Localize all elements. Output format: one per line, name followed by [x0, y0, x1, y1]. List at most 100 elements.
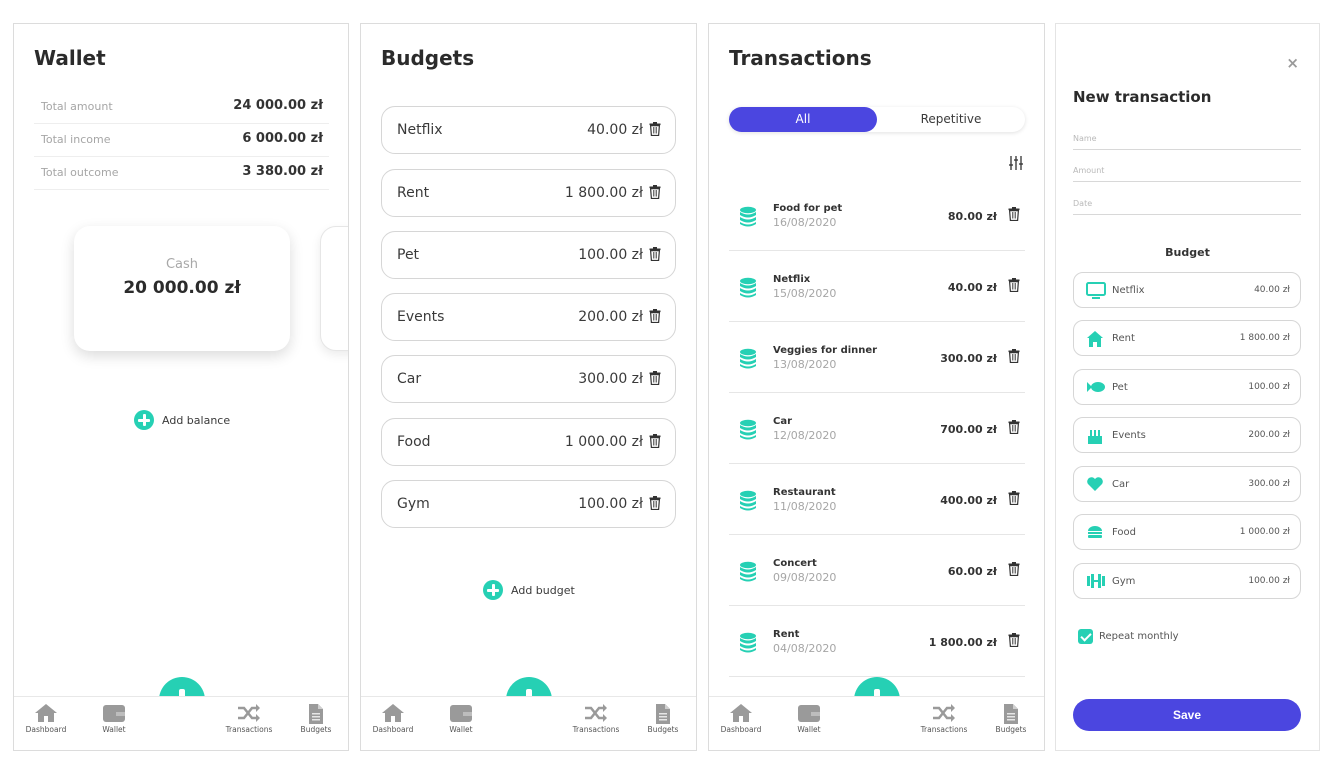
nav-item-wallet[interactable]: Wallet	[431, 703, 491, 734]
transaction-name: Netflix	[773, 274, 811, 285]
budget-amount: 100.00 zł	[578, 496, 643, 512]
transaction-name: Concert	[773, 558, 817, 569]
coins-icon	[737, 490, 759, 512]
nav-item-dashboard[interactable]: Dashboard	[711, 703, 771, 734]
home-icon	[34, 703, 58, 723]
nav-item-budgets[interactable]: Budgets	[981, 703, 1041, 734]
amount-input[interactable]	[1073, 159, 1301, 182]
budget-name: Food	[397, 434, 431, 450]
nav-item-wallet[interactable]: Wallet	[84, 703, 144, 734]
amount-field[interactable]	[1073, 158, 1301, 182]
trash-icon[interactable]	[1008, 633, 1020, 647]
transaction-date: 12/08/2020	[773, 429, 837, 442]
budget-option-netflix[interactable]: Netflix 40.00 zł	[1073, 272, 1301, 308]
budget-option-name: Pet	[1112, 382, 1128, 393]
save-button[interactable]: Save	[1073, 699, 1301, 731]
transactions-screen: Transactions All Repetitive Food for pet…	[708, 23, 1045, 751]
budget-option-rent[interactable]: Rent 1 800.00 zł	[1073, 320, 1301, 356]
nav-item-transactions[interactable]: Transactions	[219, 703, 279, 734]
budget-section-title: Budget	[1165, 246, 1210, 259]
budget-item[interactable]: Food 1 000.00 zł	[381, 418, 676, 466]
nav-item-dashboard[interactable]: Dashboard	[16, 703, 76, 734]
wallet-screen: Wallet Total amount 24 000.00 zł Total i…	[13, 23, 349, 751]
transaction-row[interactable]: Car 12/08/2020 700.00 zł	[729, 393, 1025, 464]
balance-card-cash[interactable]: Cash 20 000.00 zł	[74, 226, 290, 351]
transaction-row[interactable]: Veggies for dinner 13/08/2020 300.00 zł	[729, 322, 1025, 393]
budget-item[interactable]: Events 200.00 zł	[381, 293, 676, 341]
nav-label: Budgets	[647, 725, 679, 734]
add-balance-button[interactable]: Add balance	[134, 410, 230, 430]
transaction-row[interactable]: Rent 04/08/2020 1 800.00 zł	[729, 606, 1025, 677]
trash-icon[interactable]	[649, 371, 661, 385]
trash-icon[interactable]	[649, 434, 661, 448]
transaction-row[interactable]: Netflix 15/08/2020 40.00 zł	[729, 251, 1025, 322]
transaction-row[interactable]: Concert 09/08/2020 60.00 zł	[729, 535, 1025, 606]
balance-card-next[interactable]	[320, 226, 348, 351]
bottom-nav: Dashboard Wallet Transactions Budgets	[14, 696, 348, 750]
nav-item-budgets[interactable]: Budgets	[633, 703, 693, 734]
transaction-row[interactable]: Food for pet 16/08/2020 80.00 zł	[729, 180, 1025, 251]
trash-icon[interactable]	[649, 496, 661, 510]
trash-icon[interactable]	[1008, 278, 1020, 292]
coins-icon	[737, 632, 759, 654]
budget-option-name: Car	[1112, 479, 1130, 490]
repeat-monthly-checkbox[interactable]	[1078, 629, 1093, 644]
budget-option-pet[interactable]: Pet 100.00 zł	[1073, 369, 1301, 405]
transaction-amount: 60.00 zł	[947, 565, 997, 578]
page-title: Budgets	[381, 46, 475, 70]
budget-name: Pet	[397, 247, 420, 263]
date-field[interactable]	[1073, 191, 1301, 215]
nav-label: Transactions	[225, 725, 273, 734]
nav-label: Dashboard	[372, 725, 414, 734]
trash-icon[interactable]	[1008, 420, 1020, 434]
filter-sliders-icon[interactable]	[1008, 155, 1024, 171]
transaction-row[interactable]: Restaurant 11/08/2020 400.00 zł	[729, 464, 1025, 535]
trash-icon[interactable]	[1008, 491, 1020, 505]
budget-item[interactable]: Car 300.00 zł	[381, 355, 676, 403]
wallet-icon	[102, 703, 126, 723]
budget-item[interactable]: Gym 100.00 zł	[381, 480, 676, 528]
trash-icon[interactable]	[1008, 207, 1020, 221]
budget-amount: 1 000.00 zł	[564, 434, 643, 450]
nav-item-budgets[interactable]: Budgets	[286, 703, 346, 734]
home-icon	[381, 703, 405, 723]
budget-item[interactable]: Rent 1 800.00 zł	[381, 169, 676, 217]
budget-option-car[interactable]: Car 300.00 zł	[1073, 466, 1301, 502]
close-icon[interactable]: ×	[1286, 54, 1299, 72]
nav-item-transactions[interactable]: Transactions	[914, 703, 974, 734]
tab-repetitive[interactable]: Repetitive	[877, 107, 1025, 132]
budget-item[interactable]: Netflix 40.00 zł	[381, 106, 676, 154]
nav-item-wallet[interactable]: Wallet	[779, 703, 839, 734]
transaction-name: Car	[773, 416, 793, 427]
budget-name: Netflix	[397, 122, 443, 138]
name-input[interactable]	[1073, 127, 1301, 150]
bottom-nav: Dashboard Wallet Transactions Budgets	[361, 696, 696, 750]
date-input[interactable]	[1073, 192, 1301, 215]
transaction-amount: 400.00 zł	[940, 494, 997, 507]
transaction-name: Food for pet	[773, 203, 843, 214]
add-budget-button[interactable]: Add budget	[483, 580, 575, 600]
house-icon	[1087, 331, 1103, 347]
tab-all[interactable]: All	[729, 107, 877, 132]
trash-icon[interactable]	[649, 185, 661, 199]
budget-amount: 300.00 zł	[578, 371, 643, 387]
budget-item[interactable]: Pet 100.00 zł	[381, 231, 676, 279]
trash-icon[interactable]	[649, 122, 661, 136]
nav-item-transactions[interactable]: Transactions	[566, 703, 626, 734]
stat-row-total-income: Total income 6 000.00 zł	[34, 124, 329, 157]
budget-option-events[interactable]: Events 200.00 zł	[1073, 417, 1301, 453]
budget-amount: 40.00 zł	[587, 122, 643, 138]
repeat-monthly-option[interactable]: Repeat monthly	[1078, 629, 1179, 644]
nav-item-dashboard[interactable]: Dashboard	[363, 703, 423, 734]
budget-option-food[interactable]: Food 1 000.00 zł	[1073, 514, 1301, 550]
transaction-date: 15/08/2020	[773, 287, 837, 300]
nav-label: Wallet	[449, 725, 473, 734]
trash-icon[interactable]	[1008, 562, 1020, 576]
trash-icon[interactable]	[1008, 349, 1020, 363]
trash-icon[interactable]	[649, 309, 661, 323]
document-icon	[306, 703, 326, 725]
nav-label: Wallet	[102, 725, 126, 734]
budget-option-gym[interactable]: Gym 100.00 zł	[1073, 563, 1301, 599]
trash-icon[interactable]	[649, 247, 661, 261]
name-field[interactable]	[1073, 126, 1301, 150]
